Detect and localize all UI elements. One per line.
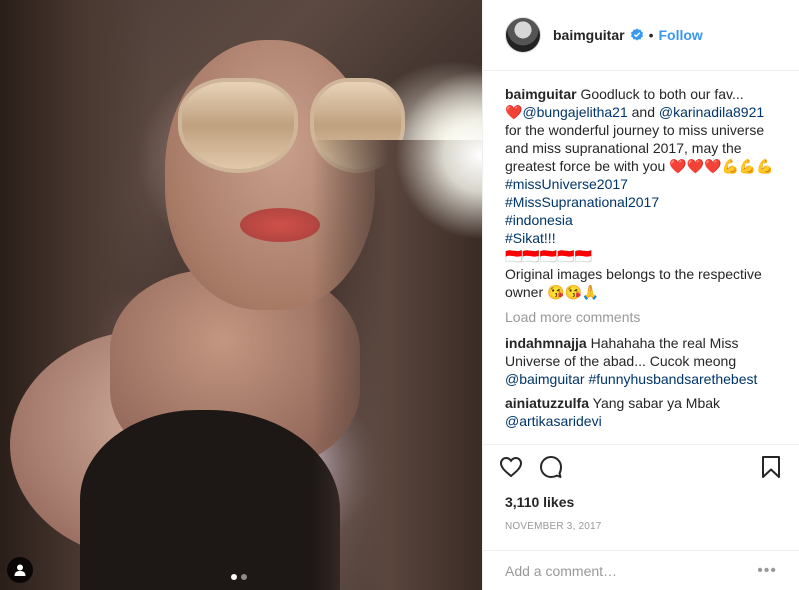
comment-item: indahmnajja Hahahaha the real Miss Unive… [505,334,777,388]
header-separator: • [648,27,654,43]
post-details-panel: baimguitar • Follow baimguitar Goodluck … [482,0,799,590]
comments-section: baimguitar Goodluck to both our fav... ❤… [483,71,799,444]
follow-button[interactable]: Follow [658,27,702,43]
caption-text: Goodluck to both our fav... [580,86,744,102]
carousel-indicator [231,574,247,580]
verified-badge-icon [630,28,644,42]
likes-count[interactable]: 3,110 likes [483,488,799,516]
caption-heart-emoji: ❤️ [505,104,523,120]
bookmark-icon [762,455,780,478]
photo-lips [240,208,320,242]
comment-button[interactable] [539,451,579,483]
post-caption: baimguitar Goodluck to both our fav... ❤… [505,85,777,301]
comment-icon [540,455,562,478]
post-header: baimguitar • Follow [483,0,799,71]
caption-text: and [631,104,655,120]
user-silhouette-icon [14,564,26,576]
instagram-post: baimguitar • Follow baimguitar Goodluck … [0,0,799,590]
add-comment-bar: ••• [483,550,799,590]
mention-link[interactable]: @karinadila8921 [659,104,764,120]
add-comment-input[interactable] [505,562,758,579]
more-options-button[interactable]: ••• [757,562,777,580]
post-date[interactable]: NOVEMBER 3, 2017 [483,516,799,550]
comment-username[interactable]: ainiatuzzulfa [505,395,589,411]
user-tag-icon[interactable] [7,557,33,583]
header-username[interactable]: baimguitar [553,27,625,43]
avatar[interactable] [505,17,541,53]
hashtag-link[interactable]: #Sikat!!! [505,230,556,246]
mention-link[interactable]: @bungajelitha21 [522,104,627,120]
caption-emoji-row: ❤️❤️❤️💪💪💪 [669,158,774,174]
like-button[interactable] [499,451,539,483]
comment-links[interactable]: @artikasaridevi [505,413,602,429]
hashtag-link[interactable]: #missUniverse2017 [505,176,628,192]
caption-credit: Original images belongs to the respectiv… [505,266,762,300]
comment-text: Yang sabar ya Mbak [592,395,721,411]
post-photo[interactable] [0,0,482,590]
hashtag-link[interactable]: #MissSupranational2017 [505,194,659,210]
heart-icon [499,456,523,477]
carousel-dot-active [231,574,237,580]
action-bar [483,444,799,488]
comment-item: ainiatuzzulfa Yang sabar ya Mbak @artika… [505,394,777,430]
caption-flags: 🇮🇩🇮🇩🇮🇩🇮🇩🇮🇩 [505,248,593,264]
hashtag-link[interactable]: #indonesia [505,212,573,228]
caption-username[interactable]: baimguitar [505,86,577,102]
carousel-dot [241,574,247,580]
load-more-comments-button[interactable]: Load more comments [505,308,777,326]
save-button[interactable] [759,451,783,483]
photo-sunglasses-left [178,78,298,173]
comment-links[interactable]: @baimguitar #funnyhusbandsarethebest [505,371,757,387]
comment-username[interactable]: indahmnajja [505,335,587,351]
